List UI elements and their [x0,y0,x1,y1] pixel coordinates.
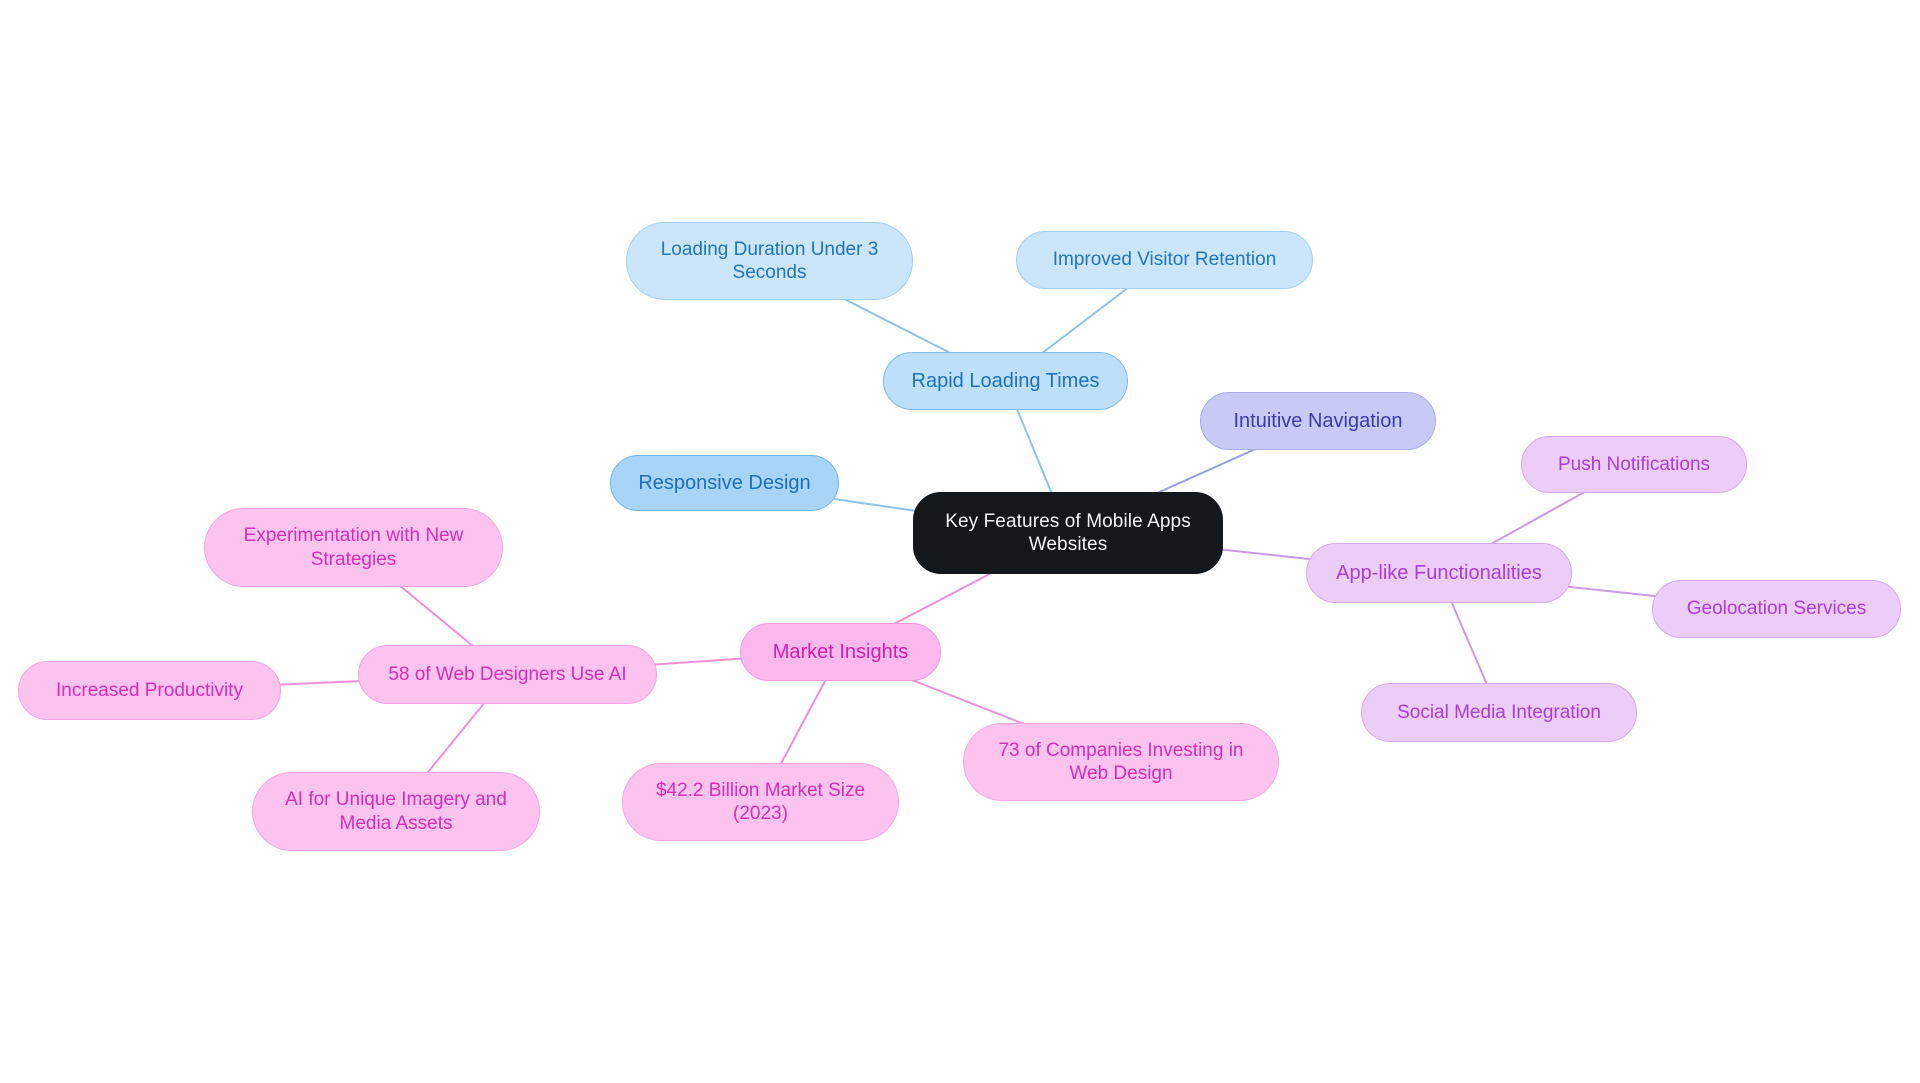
mindmap-node-aiimg[interactable]: AI for Unique Imagery and Media Assets [252,772,540,851]
mindmap-node-label-rapid: Rapid Loading Times [911,369,1100,392]
mindmap-node-label-prod: Increased Productivity [56,679,243,701]
mindmap-node-intuit[interactable]: Intuitive Navigation [1200,392,1436,450]
edge-ai58-to-prod [276,680,363,686]
mindmap-node-mkt42[interactable]: $42.2 Billion Market Size (2023) [622,763,899,841]
mindmap-node-comp73[interactable]: 73 of Companies Investing in Web Design [963,723,1279,801]
mindmap-node-prod[interactable]: Increased Productivity [18,661,281,720]
mindmap-node-label-geo: Geolocation Services [1686,598,1867,620]
edge-market-to-ai58 [652,657,745,666]
mindmap-node-applike[interactable]: App-like Functionalities [1306,543,1572,603]
mindmap-node-label-exper: Experimentation with New Strategies [243,525,464,570]
edge-root-to-resp [834,498,918,513]
mindmap-node-resp[interactable]: Responsive Design [610,455,839,511]
mindmap-node-root[interactable]: Key Features of Mobile Apps Websites [913,492,1223,574]
mindmap-node-label-push: Push Notifications [1557,453,1711,475]
edge-root-to-market [887,569,999,628]
edge-root-to-applike [1218,548,1311,561]
edge-ai58-to-aiimg [423,699,488,777]
edge-root-to-intuit [1149,445,1264,497]
edge-applike-to-geo [1567,585,1657,598]
mindmap-node-label-loadur: Loading Duration Under 3 Seconds [660,238,879,283]
edge-market-to-mkt42 [778,676,829,768]
edge-market-to-comp73 [903,676,1033,728]
edge-rapid-to-loadur [837,295,958,357]
edge-root-to-rapid [1014,405,1054,497]
mindmap-node-ai58[interactable]: 58 of Web Designers Use AI [358,645,657,704]
mindmap-node-label-mkt42: $42.2 Billion Market Size (2023) [655,779,866,824]
mindmap-node-label-ai58: 58 of Web Designers Use AI [388,663,627,685]
mindmap-node-label-resp: Responsive Design [638,471,811,494]
mindmap-node-label-market: Market Insights [772,640,909,663]
mindmap-canvas: Key Features of Mobile Apps Websites Rapi… [0,0,1920,1083]
edge-applike-to-push [1484,488,1591,548]
mindmap-node-market[interactable]: Market Insights [740,623,941,681]
mindmap-node-label-aiimg: AI for Unique Imagery and Media Assets [285,789,507,834]
mindmap-node-loadur[interactable]: Loading Duration Under 3 Seconds [626,222,913,300]
edge-rapid-to-retain [1037,284,1133,357]
mindmap-node-push[interactable]: Push Notifications [1521,436,1747,493]
mindmap-node-label-applike: App-like Functionalities [1336,561,1542,584]
mindmap-node-label-root: Key Features of Mobile Apps Websites [945,510,1191,555]
mindmap-node-rapid[interactable]: Rapid Loading Times [883,352,1128,410]
edge-ai58-to-exper [395,582,478,650]
mindmap-node-label-retain: Improved Visitor Retention [1052,249,1277,271]
mindmap-node-label-social: Social Media Integration [1397,701,1601,723]
mindmap-node-label-comp73: 73 of Companies Investing in Web Design [998,739,1244,784]
mindmap-node-social[interactable]: Social Media Integration [1361,683,1637,742]
mindmap-node-retain[interactable]: Improved Visitor Retention [1016,231,1313,289]
edge-applike-to-social [1449,598,1490,688]
mindmap-node-exper[interactable]: Experimentation with New Strategies [204,508,503,587]
mindmap-node-label-intuit: Intuitive Navigation [1233,409,1403,432]
mindmap-node-geo[interactable]: Geolocation Services [1652,580,1901,638]
